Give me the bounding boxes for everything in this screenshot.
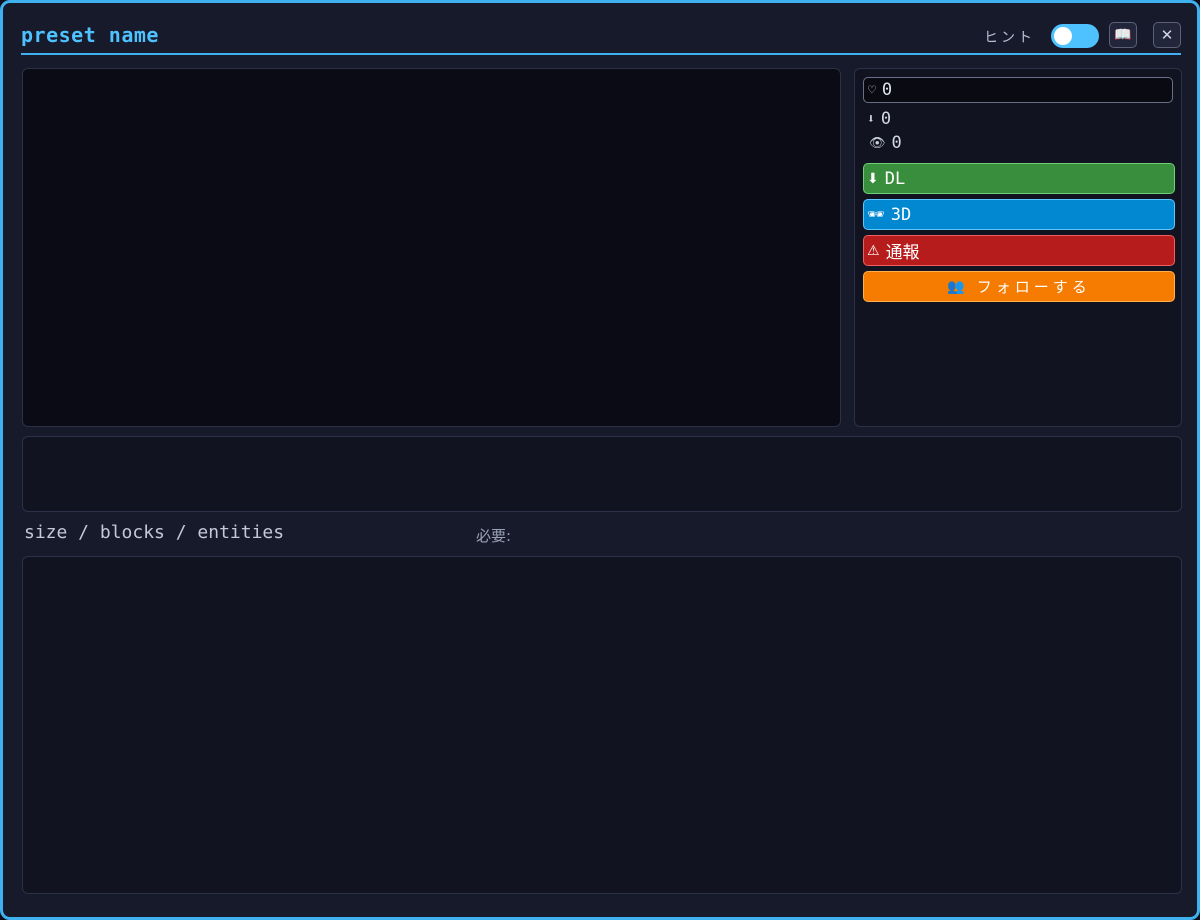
eye-icon: 👁: [869, 135, 886, 151]
download-icon: ⬇: [867, 111, 875, 127]
follow-label: フォローする: [976, 278, 1091, 296]
report-button[interactable]: ⚠ 通報: [863, 235, 1175, 266]
preview-panel[interactable]: [22, 68, 841, 427]
downloads-stat: ⬇ 0: [867, 109, 891, 129]
hint-toggle[interactable]: [1051, 24, 1099, 48]
views-count: 0: [891, 133, 902, 153]
preset-meta-summary: size / blocks / entities: [24, 522, 285, 543]
info-side-panel: ♡ 0 ⬇ 0 👁 0 ⬇ DL 🕶 3D ⚠ 通報 👥 フォローする: [854, 68, 1182, 427]
guide-button[interactable]: 📖: [1109, 22, 1137, 48]
download-label: DL: [884, 168, 906, 189]
details-panel: [22, 556, 1182, 894]
likes-count: 0: [881, 80, 893, 100]
view-3d-label: 3D: [890, 204, 912, 225]
warning-icon: ⚠: [867, 242, 880, 259]
downloads-count: 0: [880, 109, 892, 129]
close-button[interactable]: ✕: [1153, 22, 1181, 48]
hint-label: ヒント: [984, 30, 1035, 46]
heart-icon: ♡: [868, 82, 876, 98]
download-button[interactable]: ⬇ DL: [863, 163, 1175, 194]
close-icon: ✕: [1160, 26, 1174, 44]
users-icon: 👥: [947, 278, 965, 295]
report-label: 通報: [885, 243, 920, 263]
description-panel: [22, 436, 1182, 512]
toggle-knob: [1054, 27, 1072, 45]
title-bar: preset name ヒント 📖 ✕: [21, 19, 1181, 55]
download-icon: ⬇: [867, 170, 879, 187]
book-icon: 📖: [1114, 27, 1132, 43]
view-3d-button[interactable]: 🕶 3D: [863, 199, 1175, 230]
views-stat: 👁 0: [867, 133, 902, 153]
follow-button[interactable]: 👥 フォローする: [863, 271, 1175, 302]
preset-detail-window: preset name ヒント 📖 ✕ ♡ 0 ⬇ 0 👁 0 ⬇ DL 🕶 3…: [0, 0, 1200, 920]
required-label: 必要:: [476, 527, 512, 545]
preset-title: preset name: [21, 23, 159, 47]
likes-stat[interactable]: ♡ 0: [863, 77, 1173, 103]
glasses-icon: 🕶: [867, 206, 885, 223]
